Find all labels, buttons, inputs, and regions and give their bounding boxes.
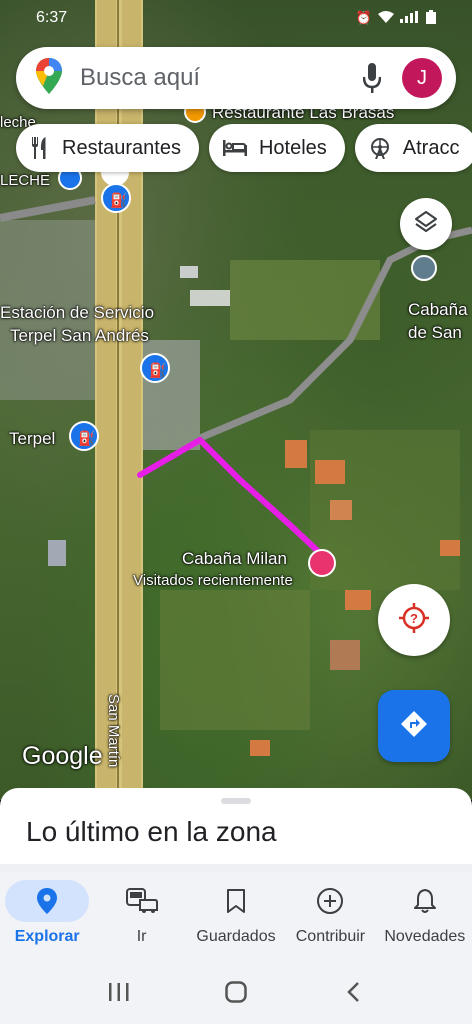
- svg-text:⛽: ⛽: [149, 362, 166, 379]
- home-icon[interactable]: [206, 972, 266, 1012]
- chip-restaurantes[interactable]: Restaurantes: [16, 124, 199, 172]
- map-label-cabana-san[interactable]: Cabaña: [408, 299, 468, 321]
- nav-label: Contribuir: [295, 928, 366, 945]
- status-bar: 6:37 ⏰: [0, 0, 472, 36]
- maps-pin-logo-icon: [36, 57, 62, 99]
- add-circle-icon: [288, 880, 372, 922]
- google-logo: Google: [22, 742, 103, 770]
- nav-label: Novedades: [384, 928, 466, 945]
- bottom-sheet[interactable]: Lo último en la zona: [0, 788, 472, 864]
- svg-text:⛽: ⛽: [78, 430, 95, 447]
- recent-apps-icon[interactable]: [89, 972, 149, 1012]
- map-label-terpel-san-andres[interactable]: Terpel San Andrés: [10, 325, 149, 347]
- chip-atracciones[interactable]: Atracc: [354, 124, 472, 172]
- divider: [0, 864, 472, 872]
- alarm-icon: ⏰: [355, 10, 372, 25]
- location-pin-icon: [5, 880, 90, 922]
- status-time: 6:37: [36, 9, 68, 26]
- directions-icon: [400, 710, 428, 743]
- chip-hoteles[interactable]: Hoteles: [208, 124, 345, 172]
- category-chips: Restaurantes Hoteles Atracc: [16, 124, 472, 172]
- nav-label: Guardados: [196, 928, 276, 945]
- directions-button[interactable]: [378, 690, 450, 762]
- system-navigation: [0, 960, 472, 1024]
- bed-icon: [222, 140, 247, 156]
- map-label-cabana-milan[interactable]: Cabaña Milan: [182, 548, 287, 570]
- wifi-icon: [378, 10, 394, 26]
- layers-icon: [414, 210, 438, 239]
- my-location-button[interactable]: ?: [378, 584, 450, 656]
- sheet-title: Lo último en la zona: [26, 816, 277, 847]
- nav-contribuir[interactable]: Contribuir: [283, 872, 377, 960]
- nav-guardados[interactable]: Guardados: [189, 872, 283, 960]
- nav-label: Explorar: [14, 928, 80, 945]
- status-icons: ⏰: [355, 9, 436, 27]
- map-label-street: San Martín: [105, 694, 122, 768]
- chip-label: Atracc: [402, 136, 460, 159]
- avatar[interactable]: J: [402, 58, 442, 98]
- svg-text:⛽: ⛽: [110, 192, 127, 209]
- nav-ir[interactable]: Ir: [94, 872, 188, 960]
- map-label-estacion[interactable]: Estación de Servicio: [0, 302, 154, 324]
- search-bar[interactable]: Busca aquí J: [16, 47, 456, 109]
- layers-button[interactable]: [400, 198, 452, 250]
- bell-icon: [383, 880, 467, 922]
- map-label-leche-upper[interactable]: LECHE: [0, 170, 50, 192]
- nav-novedades[interactable]: Novedades: [378, 872, 472, 960]
- search-input[interactable]: Busca aquí: [80, 64, 358, 92]
- svg-text:?: ?: [410, 611, 418, 626]
- map-label-cabana-san-2[interactable]: de San: [408, 322, 462, 344]
- map-view[interactable]: ⛽ ⛽ ⛽ leche Restaurante Las Brasas LECHE…: [0, 0, 472, 800]
- fork-knife-icon: [30, 137, 50, 159]
- commute-icon: [100, 880, 184, 922]
- bottom-navigation: Explorar Ir Guardados Contribuir Novedad…: [0, 872, 472, 960]
- sheet-drag-handle[interactable]: [221, 798, 251, 804]
- bookmark-icon: [194, 880, 278, 922]
- chip-label: Hoteles: [258, 136, 327, 159]
- location-unknown-icon: ?: [399, 602, 429, 638]
- back-icon[interactable]: [323, 972, 383, 1012]
- map-label-visitados: Visitados recientemente: [133, 572, 293, 589]
- microphone-icon[interactable]: [358, 60, 386, 96]
- ferris-wheel-icon: [369, 137, 391, 159]
- map-label-terpel[interactable]: Terpel: [9, 428, 55, 450]
- chip-label: Restaurantes: [62, 136, 181, 159]
- nav-explorar[interactable]: Explorar: [0, 872, 94, 960]
- signal-icon: [400, 10, 420, 26]
- battery-icon: [426, 9, 436, 27]
- nav-label: Ir: [136, 928, 147, 945]
